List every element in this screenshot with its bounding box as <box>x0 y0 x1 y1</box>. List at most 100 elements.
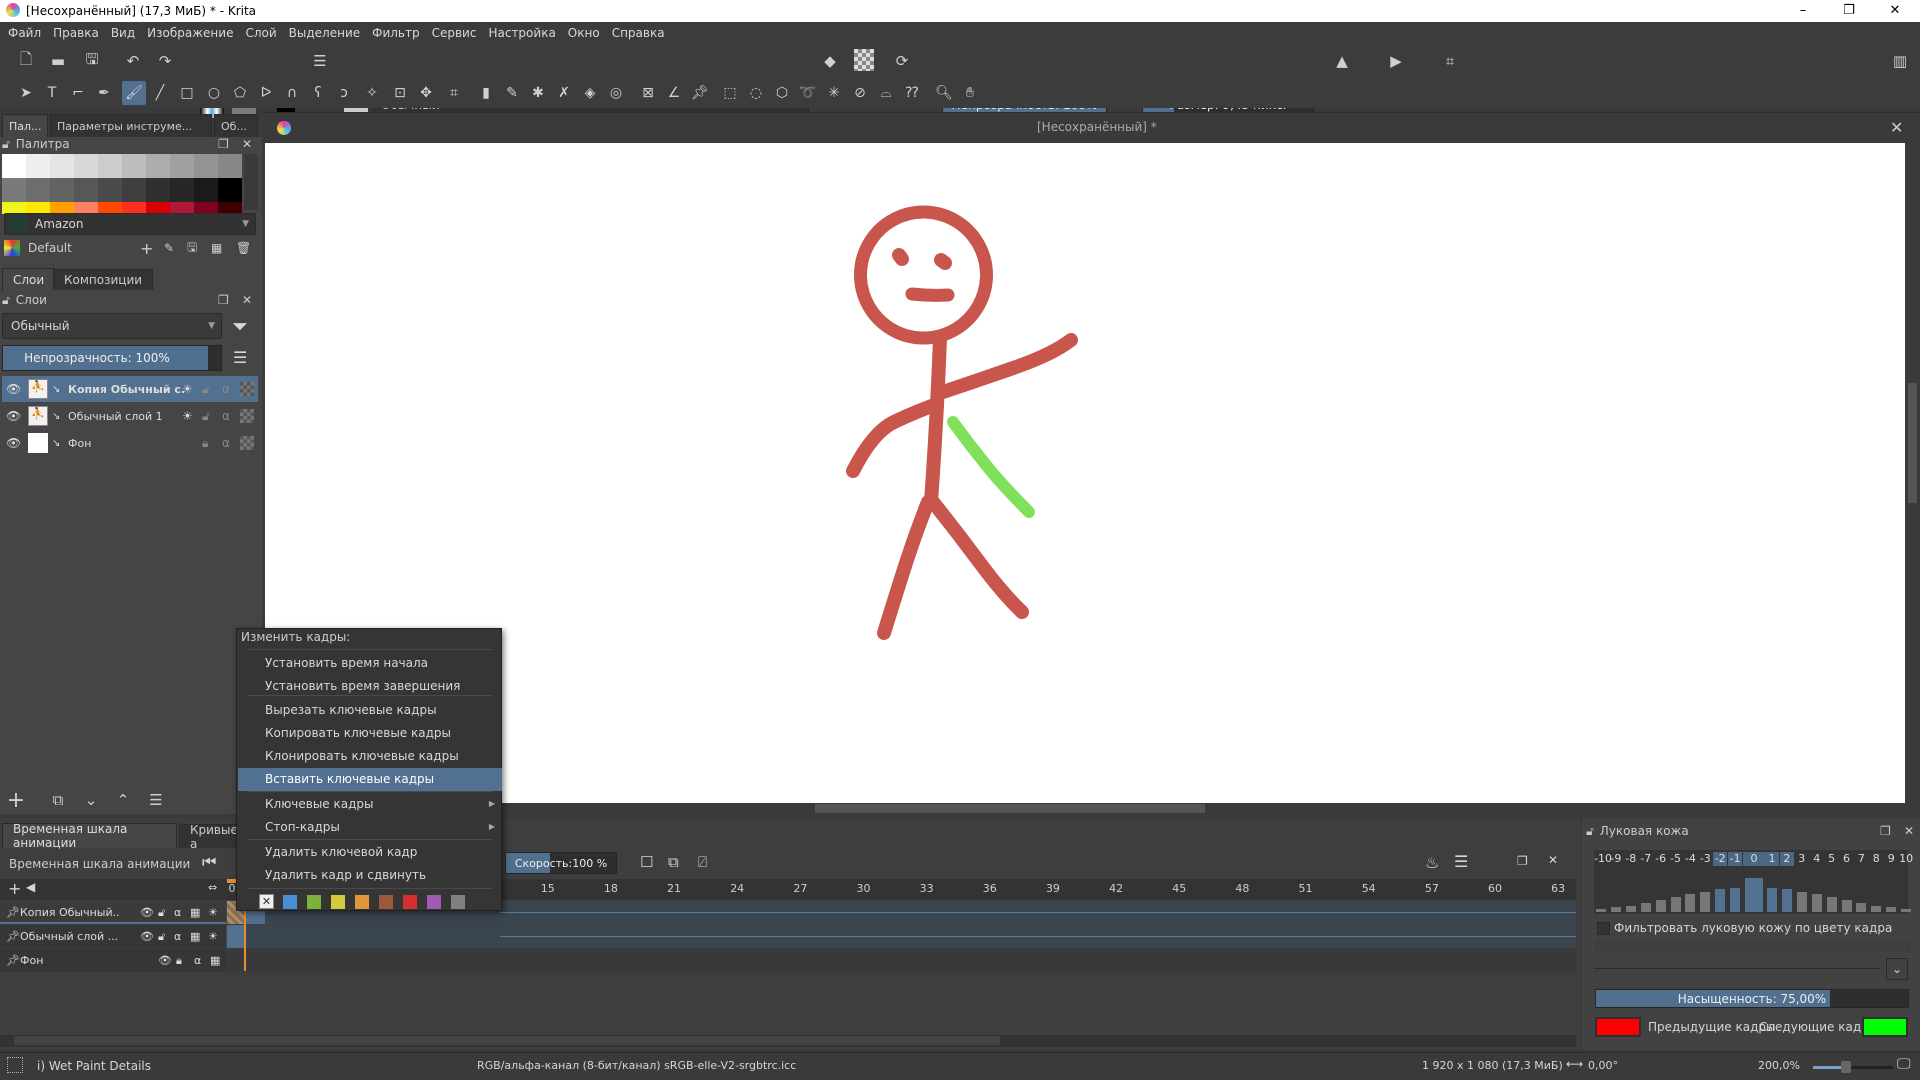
float-icon[interactable]: ❐ <box>218 137 229 151</box>
crop-tool-icon[interactable]: ⌗ <box>442 81 466 105</box>
layer-row[interactable]: 👁︎ ⛹ ↘ Копия Обычный с... ☀ 🔓︎ α <box>2 376 258 402</box>
lock-icon[interactable]: 🔓︎ <box>202 409 210 424</box>
add-track-icon[interactable]: + <box>8 879 21 898</box>
edit-shapes-tool-icon[interactable]: ⌐ <box>66 81 90 105</box>
layer-opacity-slider[interactable]: Непрозрачность: 100% <box>2 345 222 371</box>
color-picker-tool-icon[interactable]: ✎ <box>500 81 524 105</box>
onion-skin-opacity-bar[interactable] <box>1841 900 1852 912</box>
lock-icon[interactable]: 🔓︎ <box>1586 824 1594 839</box>
label-color-swatch[interactable] <box>451 895 465 909</box>
float-icon[interactable]: ❐ <box>1880 824 1891 838</box>
playback-speed-slider[interactable]: Скорость:100 % <box>505 852 617 874</box>
lock-icon[interactable]: 🔓︎ <box>2 293 10 308</box>
onion-skin-opacity-bar[interactable] <box>1901 909 1912 912</box>
alpha-lock-icon[interactable]: α <box>194 954 201 967</box>
open-document-icon[interactable]: ▬ <box>46 49 70 73</box>
float-icon[interactable]: ❐ <box>1517 854 1528 868</box>
onion-skin-label[interactable]: -7 <box>1639 852 1653 866</box>
inherit-alpha-icon[interactable] <box>240 382 254 396</box>
gradient-tool-icon[interactable]: ▮ <box>474 81 498 105</box>
add-layer-icon[interactable]: + <box>4 788 28 813</box>
ellipse-tool-icon[interactable]: ○ <box>202 81 226 105</box>
menu-8[interactable]: Настройка <box>488 26 555 40</box>
bezier-tool-icon[interactable]: ∩ <box>280 81 304 105</box>
pin-icon[interactable]: 📌︎ <box>6 954 20 967</box>
tab-layers[interactable]: Слои <box>2 268 56 290</box>
move-down-icon[interactable]: ⌄ <box>79 788 103 812</box>
onion-skin-label[interactable]: -10 <box>1594 852 1612 866</box>
onion-skin-opacity-bar[interactable] <box>1745 878 1763 912</box>
label-color-swatch[interactable] <box>331 895 345 909</box>
rotation-value[interactable]: 0,00° <box>1588 1059 1618 1072</box>
bezier-select-tool-icon[interactable]: ⌓ <box>874 81 898 105</box>
onion-skin-opacity-bar[interactable] <box>1811 894 1822 912</box>
display-icon[interactable]: 🖵︎ <box>1897 1056 1911 1072</box>
no-label-color-icon[interactable]: ✕ <box>259 894 274 909</box>
lock-icon[interactable]: 🔓︎ <box>158 906 165 920</box>
color-swatch[interactable] <box>2 178 26 202</box>
text-tool-icon[interactable]: T <box>40 81 64 105</box>
palette-scrollbar[interactable] <box>244 154 258 210</box>
mirror-vertical-icon[interactable]: ▶ <box>1384 49 1408 73</box>
onion-skin-label[interactable]: 4 <box>1810 852 1824 866</box>
close-icon[interactable]: ✕ <box>1548 853 1558 867</box>
onion-skin-opacity-bar[interactable] <box>1670 897 1681 912</box>
onion-skin-opacity-bar[interactable] <box>1796 892 1807 912</box>
color-swatch[interactable] <box>170 154 194 178</box>
timeline-horizontal-scrollbar[interactable] <box>0 1035 1576 1047</box>
canvas-horizontal-scrollbar[interactable] <box>265 803 1905 815</box>
filter-icon[interactable]: ⏷ <box>232 314 248 338</box>
onion-skin-label[interactable]: -9 <box>1609 852 1623 866</box>
onion-skin-frames-icon[interactable]: ⧉ <box>668 853 679 871</box>
rectangle-tool-icon[interactable]: □ <box>175 81 199 105</box>
pan-tool-icon[interactable]: ✋︎ <box>958 81 982 105</box>
tab-animation-curves[interactable]: Кривые а <box>179 824 239 848</box>
saturation-slider[interactable]: Насыщенность: 75,00% <box>1595 989 1909 1008</box>
visibility-eye-icon[interactable]: 👁︎ <box>6 382 22 396</box>
zoom-slider-handle[interactable] <box>1841 1061 1851 1073</box>
menu-9[interactable]: Окно <box>568 26 600 40</box>
move-tool-icon[interactable]: ✥ <box>414 81 438 105</box>
onion-skin-opacity-bar[interactable] <box>1610 907 1621 912</box>
onion-skin-label[interactable]: 2 <box>1779 852 1794 866</box>
context-menu-item[interactable]: Вставить ключевые кадры <box>238 768 502 791</box>
label-color-swatch[interactable] <box>403 895 417 909</box>
onion-skin-label[interactable]: 7 <box>1854 852 1868 866</box>
menu-0[interactable]: Файл <box>8 26 41 40</box>
onion-skin-opacity-bar[interactable] <box>1625 906 1636 912</box>
context-menu-item[interactable]: Клонировать ключевые кадры <box>238 745 502 768</box>
line-tool-icon[interactable]: ╱ <box>148 81 172 105</box>
onion-skin-opacity-bar[interactable] <box>1886 907 1897 912</box>
onion-skin-label[interactable]: 10 <box>1899 852 1913 866</box>
previous-frames-color-button[interactable] <box>1595 1017 1641 1037</box>
label-color-swatch[interactable] <box>355 895 369 909</box>
context-menu-item[interactable]: Вырезать ключевые кадры <box>238 699 502 722</box>
similar-select-tool-icon[interactable]: ⊘ <box>848 81 872 105</box>
contiguous-select-tool-icon[interactable]: ✳ <box>822 81 846 105</box>
measure-tool-icon[interactable]: ∠ <box>662 81 686 105</box>
colorize-mask-tool-icon[interactable]: ✱ <box>526 81 550 105</box>
multibrush-tool-icon[interactable]: ✧ <box>360 81 384 105</box>
color-swatch[interactable] <box>50 178 74 202</box>
zoom-frames-icon[interactable]: ⇔ <box>208 881 217 894</box>
inherit-alpha-icon[interactable] <box>240 409 254 423</box>
onion-skin-opacity-bar[interactable] <box>1655 900 1666 912</box>
menu-5[interactable]: Выделение <box>289 26 360 40</box>
zoom-tool-icon[interactable]: 🔍︎ <box>932 81 956 105</box>
grid-icon[interactable]: ▦ <box>211 241 222 255</box>
swatch-dropdown[interactable]: Amazon ▼ <box>4 213 256 235</box>
brush-editor-icon[interactable]: ☰ <box>308 49 332 73</box>
context-menu-item[interactable]: Удалить ключевой кадр <box>238 841 502 864</box>
enclose-fill-tool-icon[interactable]: ◎ <box>604 81 628 105</box>
canvas[interactable] <box>265 143 1905 803</box>
inherit-alpha-icon[interactable]: ▦ <box>190 906 200 919</box>
lock-icon[interactable]: 🔓︎ <box>158 930 165 944</box>
onion-skin-opacity-bar[interactable] <box>1596 909 1606 912</box>
onion-skin-toggle-icon[interactable]: ☀ <box>208 930 218 943</box>
onion-skin-opacity-bar[interactable] <box>1856 903 1867 912</box>
reference-image-tool-icon[interactable]: 📌︎ <box>688 81 712 105</box>
eraser-icon[interactable]: ◆ <box>818 49 842 73</box>
duplicate-layer-icon[interactable]: ⧉ <box>46 788 70 812</box>
context-menu-item[interactable]: Установить время начала <box>238 652 502 675</box>
onion-skin-toggle-icon[interactable]: ☀ <box>208 906 218 919</box>
